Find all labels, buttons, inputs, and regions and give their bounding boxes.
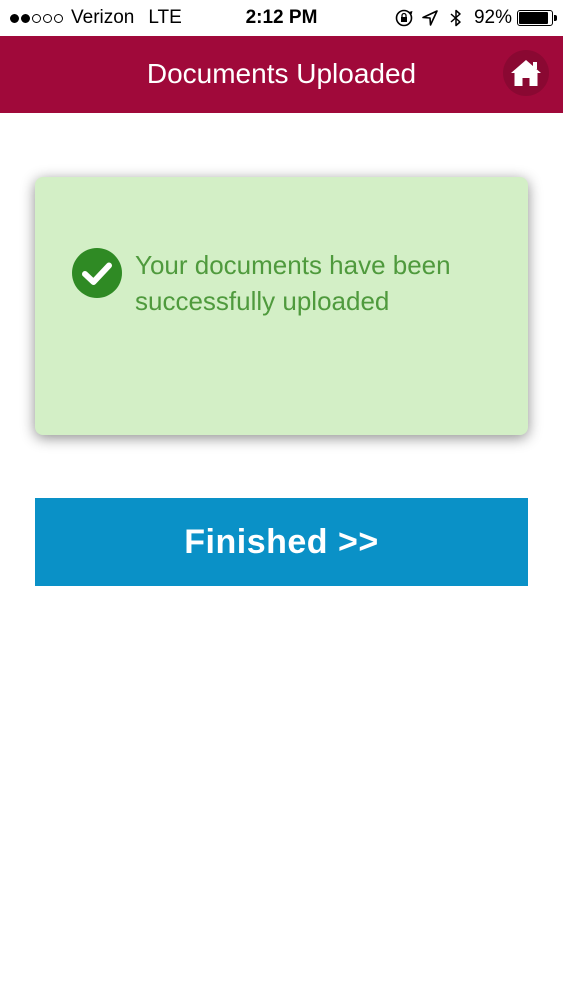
battery-percent: 92% bbox=[473, 7, 512, 28]
success-alert: Your documents have been successfully up… bbox=[35, 177, 528, 435]
success-message: Your documents have been successfully up… bbox=[135, 250, 451, 316]
battery-tip bbox=[554, 15, 557, 21]
check-circle-icon bbox=[72, 248, 122, 298]
rotation-lock-icon bbox=[395, 9, 413, 27]
status-bar: Verizon LTE 2:12 PM 92% bbox=[0, 0, 563, 36]
location-arrow-icon bbox=[422, 10, 438, 26]
page-title: Documents Uploaded bbox=[146, 58, 417, 89]
finished-button[interactable]: Finished >> bbox=[35, 498, 528, 586]
battery-fill bbox=[519, 12, 549, 24]
status-right: 92% bbox=[388, 7, 557, 29]
home-button[interactable] bbox=[503, 50, 549, 96]
home-icon bbox=[511, 60, 541, 86]
bluetooth-icon bbox=[450, 9, 461, 27]
battery-icon bbox=[517, 10, 557, 26]
app-header: Documents Uploaded bbox=[0, 36, 563, 113]
app-screen: Verizon LTE 2:12 PM 92% Documents Upload… bbox=[0, 0, 563, 1000]
